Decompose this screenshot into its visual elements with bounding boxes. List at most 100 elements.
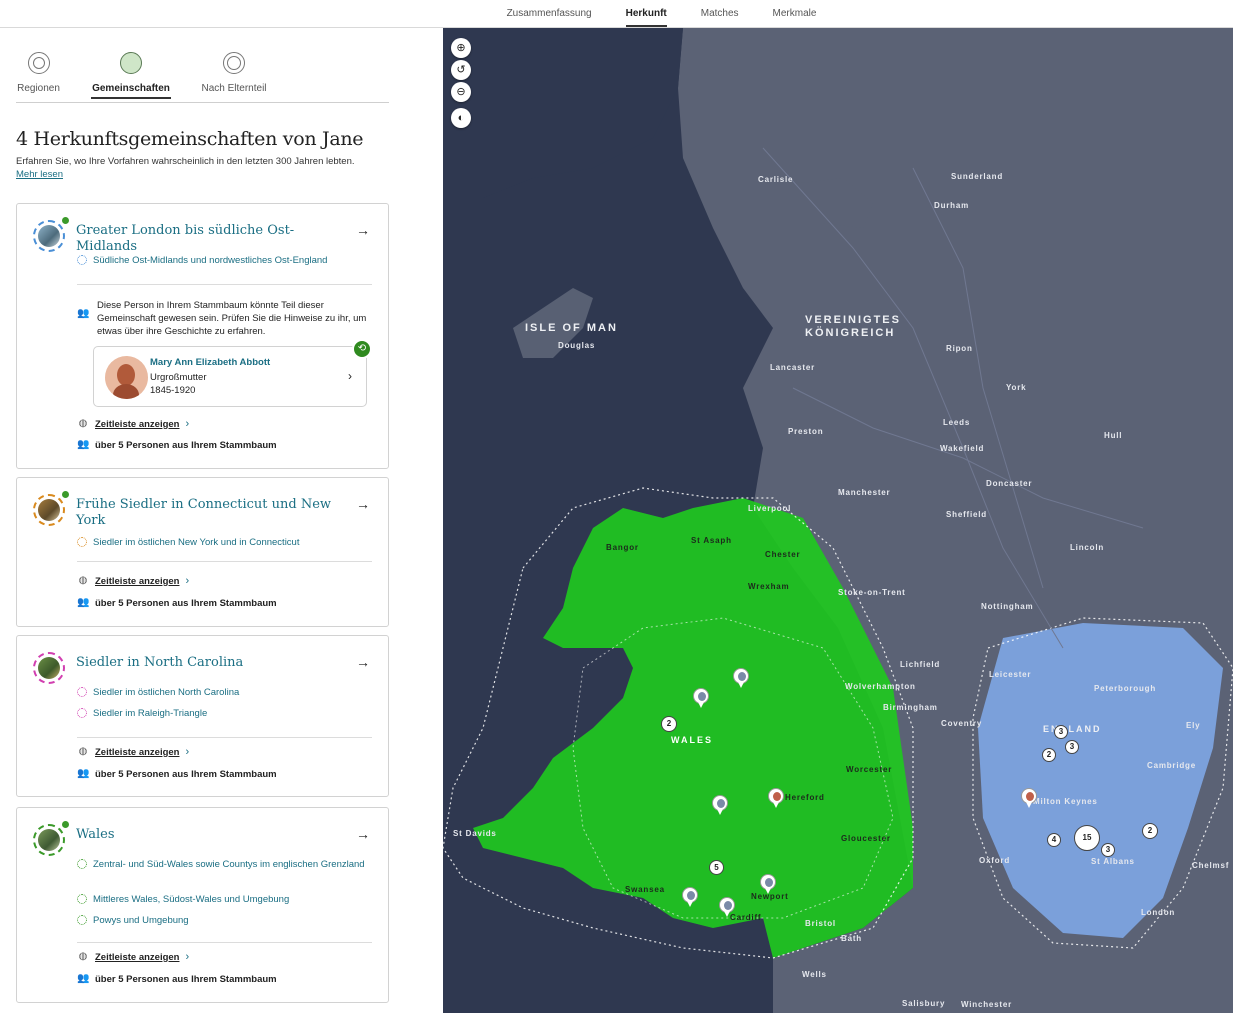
map-pin[interactable]: [682, 887, 698, 907]
timeline-link[interactable]: Zeitleiste anzeigen: [95, 747, 179, 758]
sub-community[interactable]: Zentral- und Süd-Wales sowie Countys im …: [77, 858, 367, 871]
map-pin[interactable]: [693, 688, 709, 708]
community-card-connecticut[interactable]: Frühe Siedler in Connecticut und New Yor…: [16, 477, 389, 627]
sub-community[interactable]: Siedler im Raleigh-Triangle: [77, 707, 367, 720]
layer-toggle-icon[interactable]: ◐: [451, 108, 471, 128]
map-pin[interactable]: [760, 874, 776, 894]
timeline-link[interactable]: Zeitleiste anzeigen: [95, 952, 179, 963]
sub-community-icon: [77, 915, 87, 925]
map-label-chester: Chester: [765, 550, 801, 559]
map-label-nottingham: Nottingham: [981, 602, 1034, 611]
map-label-sheffield: Sheffield: [946, 510, 987, 519]
map-pin[interactable]: [1021, 788, 1037, 808]
cluster-marker[interactable]: 2: [1142, 823, 1158, 839]
map-pin[interactable]: [719, 897, 735, 917]
tab-herkunft[interactable]: Herkunft: [625, 0, 667, 27]
map-label-worcester: Worcester: [846, 765, 893, 774]
person-relation: Urgroßmutter: [150, 372, 207, 383]
map-label-ely: Ely: [1186, 721, 1201, 730]
cluster-marker[interactable]: 4: [1047, 833, 1061, 847]
tab-merkmale[interactable]: Merkmale: [773, 0, 817, 27]
tab-gemeinschaften[interactable]: Gemeinschaften: [91, 48, 171, 99]
map-label-douglas: Douglas: [558, 341, 596, 350]
map-label-doncaster: Doncaster: [986, 479, 1033, 488]
map-label-stdavids: St Davids: [453, 829, 497, 838]
top-navigation: Zusammenfassung Herkunft Matches Merkmal…: [0, 0, 1233, 28]
timeline-link[interactable]: Zeitleiste anzeigen: [95, 419, 179, 430]
zoom-out-icon[interactable]: ⊖: [451, 82, 471, 102]
cluster-marker[interactable]: 3: [1101, 843, 1115, 857]
map-label-peterborough: Peterborough: [1094, 684, 1157, 693]
sub-community[interactable]: Siedler im östlichen New York und in Con…: [77, 536, 367, 549]
cluster-marker[interactable]: 15: [1074, 825, 1100, 851]
cluster-marker[interactable]: 2: [1042, 748, 1056, 762]
map-label-leicester: Leicester: [989, 670, 1032, 679]
sub-community[interactable]: Mittleres Wales, Südost-Wales und Umgebu…: [77, 893, 367, 906]
arrow-right-icon[interactable]: →: [356, 826, 370, 842]
tab-nach-elternteil-label: Nach Elternteil: [201, 83, 267, 94]
chevron-right-icon[interactable]: ›: [185, 951, 189, 963]
sub-community-label: Siedler im Raleigh-Triangle: [93, 708, 208, 719]
chevron-right-icon[interactable]: ›: [185, 746, 189, 758]
arrow-right-icon[interactable]: →: [356, 496, 370, 512]
read-more-link[interactable]: Mehr lesen: [16, 169, 63, 180]
zoom-in-icon[interactable]: ⊕: [451, 38, 471, 58]
people-icon: 👥: [77, 439, 90, 450]
community-title[interactable]: Wales: [76, 827, 346, 843]
community-card-wales[interactable]: Wales → Zentral- und Süd-Wales sowie Cou…: [16, 807, 389, 1003]
map-pin[interactable]: [733, 668, 749, 688]
timeline-row: ◍ Zeitleiste anzeigen ›: [77, 951, 190, 963]
person-name: Mary Ann Elizabeth Abbott: [150, 357, 271, 368]
hint-leaf-icon[interactable]: ⟲: [352, 339, 372, 359]
cluster-marker[interactable]: 3: [1054, 725, 1068, 739]
community-card-north-carolina[interactable]: Siedler in North Carolina → Siedler im ö…: [16, 635, 389, 797]
community-badge: [33, 491, 69, 526]
sub-community-icon: [77, 708, 87, 718]
cluster-marker[interactable]: 3: [1065, 740, 1079, 754]
community-title[interactable]: Siedler in North Carolina: [76, 655, 346, 671]
timeline-link[interactable]: Zeitleiste anzeigen: [95, 576, 179, 587]
arrow-right-icon[interactable]: →: [356, 222, 370, 238]
map-pin[interactable]: [768, 788, 784, 808]
community-title[interactable]: Greater London bis südliche Ost-Midlands: [76, 223, 346, 255]
map-label-swansea: Swansea: [625, 885, 665, 894]
map-label-uk2: KÖNIGREICH: [805, 327, 896, 339]
map-label-winchester: Winchester: [961, 1000, 1013, 1009]
tab-regionen[interactable]: Regionen: [16, 48, 61, 94]
chevron-right-icon[interactable]: ›: [185, 575, 189, 587]
map-label-bangor: Bangor: [606, 543, 639, 552]
community-card-greater-london[interactable]: Greater London bis südliche Ost-Midlands…: [16, 203, 389, 469]
map-pin[interactable]: [712, 795, 728, 815]
people-count-text: über 5 Personen aus Ihrem Stammbaum: [95, 597, 277, 609]
avatar: [105, 356, 148, 399]
people-icon: 👥: [77, 768, 90, 779]
map-label-wakefield: Wakefield: [940, 444, 985, 453]
cluster-marker[interactable]: 5: [709, 860, 724, 875]
sub-community-icon: [77, 255, 87, 265]
tab-zusammenfassung[interactable]: Zusammenfassung: [507, 0, 592, 27]
community-title[interactable]: Frühe Siedler in Connecticut und New Yor…: [76, 497, 346, 529]
cluster-marker[interactable]: 2: [661, 716, 677, 732]
tab-nach-elternteil[interactable]: Nach Elternteil: [198, 48, 270, 94]
sub-community[interactable]: Südliche Ost-Midlands und nordwestliches…: [77, 254, 367, 267]
sub-community-label: Südliche Ost-Midlands und nordwestliches…: [93, 255, 328, 266]
timeline-row: ◍ Zeitleiste anzeigen ›: [77, 575, 190, 587]
sub-community-label: Siedler im östlichen New York und in Con…: [93, 537, 300, 548]
tab-matches[interactable]: Matches: [701, 0, 739, 27]
status-dot: [62, 821, 69, 828]
arrow-right-icon[interactable]: →: [356, 654, 370, 670]
sub-community[interactable]: Powys und Umgebung: [77, 914, 367, 927]
chevron-right-icon[interactable]: ›: [185, 418, 189, 430]
map-label-liverpool: Liverpool: [748, 504, 792, 513]
globe-icon: ◍: [78, 951, 88, 962]
sub-community-label: Zentral- und Süd-Wales sowie Countys im …: [93, 859, 365, 870]
map-label-bristol: Bristol: [805, 919, 836, 928]
reset-view-icon[interactable]: ↺: [451, 60, 471, 80]
map-label-stasaph: St Asaph: [691, 536, 732, 545]
community-icon: [120, 52, 142, 74]
view-tabs: Regionen Gemeinschaften Nach Elternteil: [16, 48, 389, 103]
sub-community[interactable]: Siedler im östlichen North Carolina: [77, 686, 367, 699]
person-card[interactable]: Mary Ann Elizabeth Abbott Urgroßmutter 1…: [93, 339, 372, 407]
map-view[interactable]: ⊕ ↺ ⊖ ◐ ISLE OF MAN Douglas VEREINIGTES …: [443, 28, 1233, 1013]
map-label-hull: Hull: [1104, 431, 1123, 440]
